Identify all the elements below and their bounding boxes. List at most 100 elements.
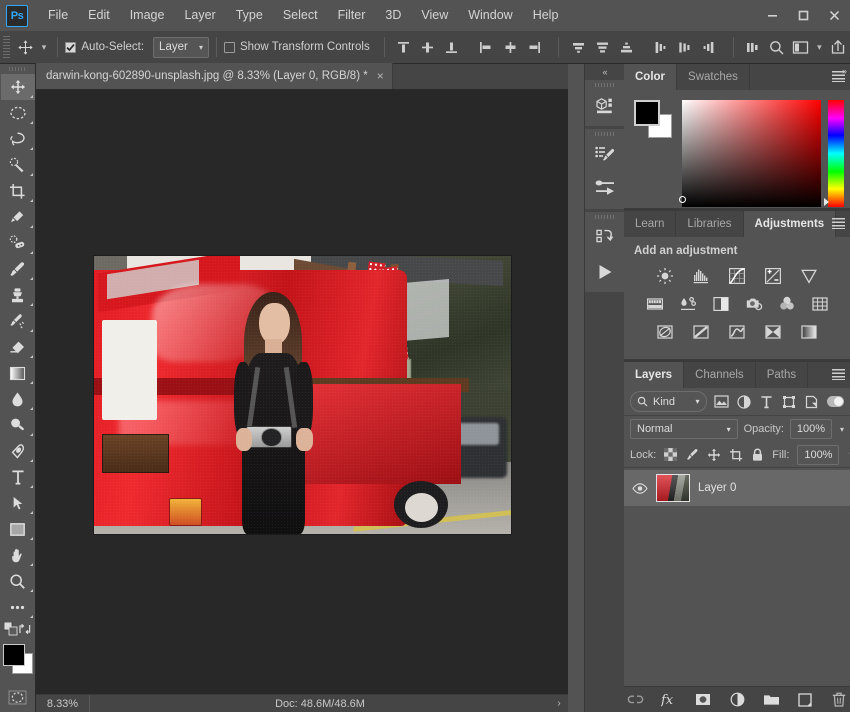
tab-paths[interactable]: Paths [756,362,809,388]
menu-file[interactable]: File [38,0,78,31]
lock-position-icon[interactable] [707,446,721,464]
blend-mode-dropdown[interactable]: Normal ▾ [630,419,738,439]
exposure-icon[interactable] [762,266,784,286]
levels-icon[interactable] [690,266,712,286]
hand-tool[interactable] [1,542,35,568]
align-horizontal-centers-icon[interactable] [498,35,522,59]
black-white-icon[interactable] [710,294,732,314]
eraser-tool[interactable] [1,334,35,360]
distribute-bottom-edges-icon[interactable] [614,35,638,59]
layer-name[interactable]: Layer 0 [698,482,736,494]
opacity-chevron-down-icon[interactable]: ▾ [840,425,844,434]
menu-image[interactable]: Image [120,0,175,31]
auto-select-scope-dropdown[interactable]: Layer ▾ [153,36,210,58]
channel-mixer-icon[interactable] [776,294,798,314]
add-layer-mask-icon[interactable] [694,691,712,709]
hue-slider-marker[interactable] [824,198,829,206]
brightness-contrast-icon[interactable] [654,266,676,286]
selective-color-icon[interactable] [762,322,784,342]
distribute-horizontal-centers-icon[interactable] [673,35,697,59]
workspace-icon[interactable] [789,35,813,59]
tab-adjustments[interactable]: Adjustments [743,211,837,237]
path-selection-tool[interactable] [1,490,35,516]
table-row[interactable]: Layer 0 [624,470,850,506]
show-transform-controls-checkbox[interactable]: Show Transform Controls [223,41,370,53]
move-tool-icon[interactable] [13,35,37,59]
distribute-vertical-centers-icon[interactable] [590,35,614,59]
healing-brush-tool[interactable] [1,230,35,256]
dock-grip[interactable] [585,80,624,89]
threshold-icon[interactable] [726,322,748,342]
history-brush-tool[interactable] [1,308,35,334]
history-icon[interactable] [585,221,624,255]
menu-filter[interactable]: Filter [328,0,376,31]
crop-tool[interactable] [1,178,35,204]
marquee-tool[interactable] [1,100,35,126]
fill-value[interactable]: 100% [797,444,840,465]
gradient-tool[interactable] [1,360,35,386]
dock-grip[interactable] [585,212,624,221]
type-tool[interactable] [1,464,35,490]
tab-layers[interactable]: Layers [624,362,685,388]
align-vertical-centers-icon[interactable] [416,35,440,59]
clone-stamp-tool[interactable] [1,282,35,308]
layer-filter-kind-dropdown[interactable]: Kind ▾ [630,391,707,412]
filter-pixel-icon[interactable] [714,392,730,412]
pen-tool[interactable] [1,438,35,464]
align-left-edges-icon[interactable] [474,35,498,59]
filter-shape-icon[interactable] [781,392,797,412]
layer-style-fx-icon[interactable]: fx [660,691,678,709]
delete-layer-icon[interactable] [830,691,848,709]
tab-swatches[interactable]: Swatches [677,64,750,90]
hue-slider[interactable] [824,100,844,207]
edit-toolbar-tool[interactable] [1,594,35,620]
color-panel-swatches[interactable] [634,100,674,140]
filter-enable-toggle[interactable] [826,396,844,407]
lasso-tool[interactable] [1,126,35,152]
document-tab[interactable]: darwin-kong-602890-unsplash.jpg @ 8.33% … [36,63,393,89]
close-button[interactable] [819,3,850,27]
opacity-value[interactable]: 100% [789,419,832,439]
tab-learn[interactable]: Learn [624,211,677,237]
close-icon[interactable]: × [377,70,384,82]
menu-3d[interactable]: 3D [375,0,411,31]
new-layer-icon[interactable] [796,691,814,709]
rectangle-tool[interactable] [1,516,35,542]
color-spectrum-marker[interactable] [679,196,686,203]
photo-filter-icon[interactable] [743,294,765,314]
menu-type[interactable]: Type [226,0,273,31]
menu-edit[interactable]: Edit [78,0,120,31]
expand-panels-icon[interactable]: » [842,66,847,76]
color-lookup-icon[interactable] [809,294,831,314]
filter-type-icon[interactable] [759,392,775,412]
invert-icon[interactable] [654,322,676,342]
brush-presets-icon[interactable] [585,172,624,206]
tab-libraries[interactable]: Libraries [676,211,744,237]
color-swatches[interactable] [1,642,35,676]
tool-preset-chevron-down-icon[interactable]: ▾ [38,35,51,59]
options-bar-grip[interactable] [3,36,11,58]
vibrance-icon[interactable] [798,266,820,286]
minimize-button[interactable] [757,3,788,27]
filter-smart-object-icon[interactable] [804,392,820,412]
align-bottom-edges-icon[interactable] [440,35,464,59]
canvas-area[interactable] [36,90,568,694]
color-balance-icon[interactable] [677,294,699,314]
tab-color[interactable]: Color [624,64,678,90]
brush-settings-icon[interactable] [585,138,624,172]
panel-menu-icon[interactable] [832,218,845,229]
new-adjustment-layer-icon[interactable] [728,691,746,709]
distribute-right-edges-icon[interactable] [697,35,721,59]
workspace-chevron-down-icon[interactable]: ▾ [813,35,826,59]
lock-all-icon[interactable] [751,446,764,464]
show-transform-checkbox-box[interactable] [223,41,235,53]
dock-grip[interactable] [585,129,624,138]
foreground-color-swatch[interactable] [2,644,25,666]
curves-icon[interactable] [726,266,748,286]
lock-transparent-pixels-icon[interactable] [664,446,678,464]
brush-tool[interactable] [1,256,35,282]
menu-help[interactable]: Help [523,0,569,31]
dodge-tool[interactable] [1,412,35,438]
blur-tool[interactable] [1,386,35,412]
layer-visibility-eye-icon[interactable] [632,480,648,496]
